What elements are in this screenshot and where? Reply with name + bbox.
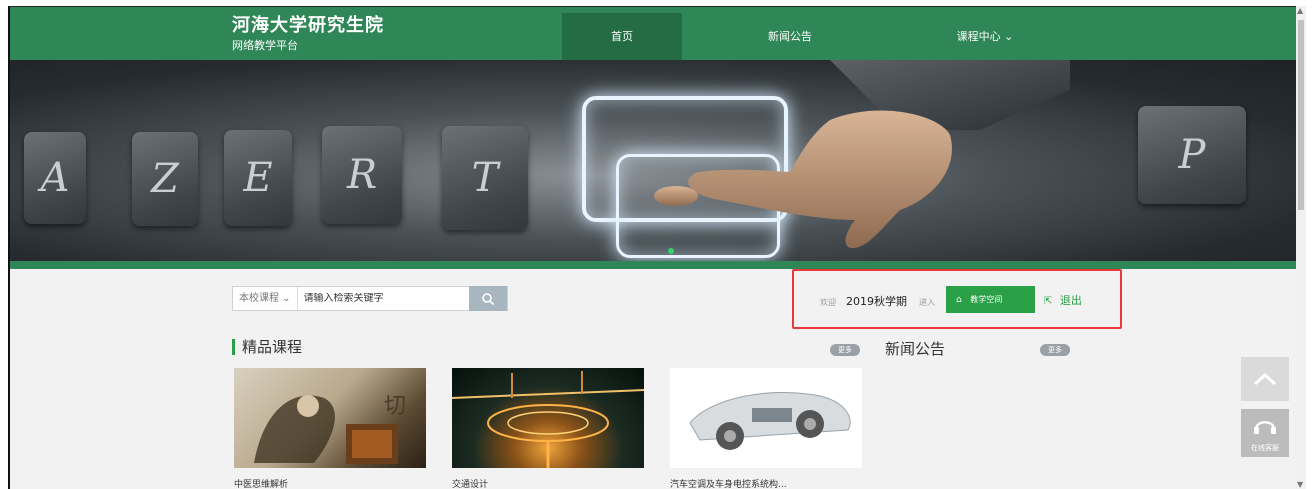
search-scope-select[interactable]: 本校课程 ⌄ [233,287,298,310]
chevron-up-icon [1253,372,1277,386]
more-news-button[interactable]: 更多 [1040,344,1070,356]
scroll-down-icon[interactable]: ▼ [1297,480,1303,489]
banner-key: Z [132,132,198,226]
featured-courses-title: 精品课程 [232,339,302,355]
course-illustration [452,371,644,468]
course-image[interactable] [452,368,644,468]
course-illustration: 切 [254,394,406,464]
logout-label: 退出 [1059,294,1082,307]
hero-banner: A Z E R T P [10,60,1306,269]
teaching-space-button[interactable]: ⌂ 教学空间 [946,286,1035,313]
logout-icon: ⇱ [1044,296,1053,307]
banner-key: R [322,126,402,224]
brand-subtitle: 网络教学平台 [232,39,298,52]
course-illustration [689,391,851,450]
indicator-dot-icon [668,248,674,254]
banner-key: T [442,126,528,230]
scroll-up-icon[interactable]: ▲ [1297,6,1303,15]
search-bar: 本校课程 ⌄ [232,286,508,311]
more-courses-button[interactable]: 更多 [830,344,860,356]
vertical-scrollbar[interactable]: ▲ ▼ [1296,6,1306,489]
top-nav: 河海大学研究生院 网络教学平台 首页 新闻公告 课程中心 ⌄ [10,7,1306,60]
brand[interactable]: 河海大学研究生院 网络教学平台 [232,15,384,53]
svg-text:切: 切 [384,394,406,419]
page-frame: 河海大学研究生院 网络教学平台 首页 新闻公告 课程中心 ⌄ A Z E R T… [8,6,1306,489]
online-service-button[interactable]: 在线客服 [1241,409,1289,457]
term-label: 2019秋学期 [846,295,907,308]
hand-illustration [654,60,1070,249]
banner-key: E [224,130,292,226]
home-icon: ⌂ [956,295,962,305]
search-icon [482,292,495,305]
nav-news[interactable]: 新闻公告 [710,13,870,60]
enter-label: 进入 [919,298,935,307]
banner-bottom-strip [10,261,1306,269]
course-image[interactable] [670,368,862,468]
headset-icon [1254,421,1276,434]
back-to-top-button[interactable] [1241,357,1289,401]
course-image[interactable]: 切 [234,368,426,468]
course-name[interactable]: 汽车空调及车身电控系统构... [670,477,787,489]
logout-link[interactable]: ⇱ 退出 [1044,292,1082,308]
teaching-space-label: 教学空间 [970,295,1003,304]
search-input[interactable] [297,293,458,304]
news-title: 新闻公告 [885,340,946,358]
brand-title: 河海大学研究生院 [232,15,384,36]
welcome-label: 欢迎 [820,298,836,307]
course-name[interactable]: 中医思维解析 [234,477,288,489]
nav-course-center[interactable]: 课程中心 ⌄ [910,13,1060,60]
nav-home[interactable]: 首页 [562,13,682,60]
online-service-label: 在线客服 [1251,444,1279,452]
banner-key: P [1138,106,1246,204]
scrollbar-thumb[interactable] [1298,20,1304,210]
course-name[interactable]: 交通设计 [452,477,488,489]
banner-key: A [24,132,86,224]
search-button[interactable] [469,286,507,311]
